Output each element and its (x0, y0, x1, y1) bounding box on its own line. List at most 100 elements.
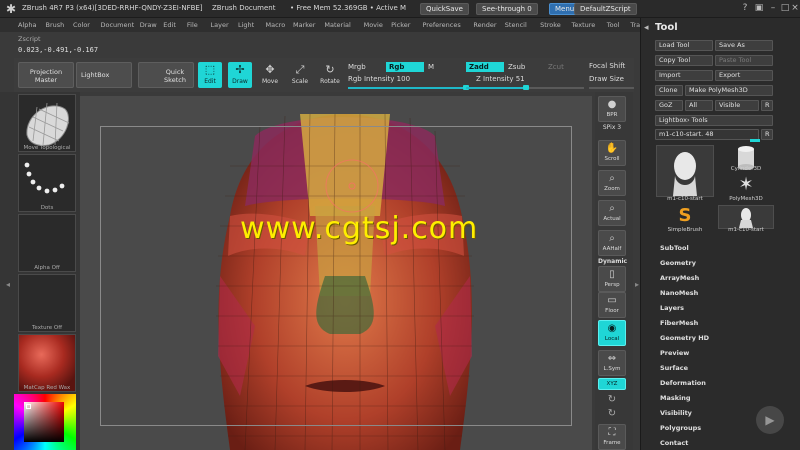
menu-document[interactable]: Document (101, 21, 135, 29)
palette-section-geometry[interactable]: Geometry (660, 259, 696, 267)
tool-thumb-polymesh[interactable]: ✶ (718, 174, 774, 196)
maximize-icon[interactable]: □ (780, 3, 790, 13)
brush-thumbnail[interactable] (18, 94, 76, 152)
palette-section-fibermesh[interactable]: FiberMesh (660, 319, 698, 327)
palette-section-arraymesh[interactable]: ArrayMesh (660, 274, 699, 282)
document-canvas[interactable]: www.cgtsj.com (80, 96, 592, 450)
menu-macro[interactable]: Macro (266, 21, 286, 29)
palette-section-masking[interactable]: Masking (660, 394, 691, 402)
make-polymesh-button[interactable]: Make PolyMesh3D (685, 85, 773, 96)
menu-preferences[interactable]: Preferences (423, 21, 461, 29)
menu-tool[interactable]: Tool (607, 21, 620, 29)
play-icon[interactable]: ▶ (756, 406, 784, 434)
frame-button[interactable]: ⛶ Frame (598, 424, 626, 450)
import-button[interactable]: Import (655, 70, 713, 81)
alpha-thumbnail[interactable] (18, 214, 76, 272)
palette-section-deformation[interactable]: Deformation (660, 379, 706, 387)
draw-size-label[interactable]: Draw Size (589, 75, 624, 83)
menu-material[interactable]: Material (324, 21, 350, 29)
palette-dock-icon[interactable]: ◂ (644, 23, 649, 33)
spix-slider[interactable]: SPix 3 (598, 124, 626, 131)
zoom-button[interactable]: ⌕ Zoom (598, 170, 626, 196)
aahalf-button[interactable]: ⌕ AAHalf (598, 230, 626, 256)
lightbox-button[interactable]: LightBox (76, 62, 132, 88)
palette-section-subtool[interactable]: SubTool (660, 244, 689, 252)
z-intensity-knob[interactable] (523, 85, 529, 90)
tool-palette-title[interactable]: Tool (655, 22, 678, 33)
actual-button[interactable]: ⌕ Actual (598, 200, 626, 226)
color-picker[interactable] (14, 394, 76, 450)
draw-button[interactable]: ✢ Draw (228, 62, 252, 88)
menu-render[interactable]: Render (473, 21, 496, 29)
help-icon[interactable]: ? (740, 3, 750, 13)
menu-alpha[interactable]: Alpha (18, 21, 36, 29)
focal-shift-label[interactable]: Focal Shift (589, 62, 625, 70)
m-toggle[interactable]: M (428, 63, 434, 71)
rotate-button[interactable]: ↻ Rotate (318, 62, 342, 88)
material-thumbnail[interactable] (18, 334, 76, 392)
minimize-icon[interactable]: – (768, 3, 778, 13)
zsub-toggle[interactable]: Zsub (508, 63, 525, 71)
palette-section-layers[interactable]: Layers (660, 304, 684, 312)
export-button[interactable]: Export (715, 70, 773, 81)
xyz-button[interactable]: XYZ (598, 378, 626, 390)
current-tool-knob[interactable] (750, 139, 760, 142)
close-icon[interactable]: × (790, 3, 800, 13)
zcut-toggle[interactable]: Zcut (548, 63, 564, 71)
menu-edit[interactable]: Edit (163, 21, 176, 29)
menu-brush[interactable]: Brush (46, 21, 65, 29)
rotate-y-icon[interactable]: ↻ (598, 394, 626, 405)
menu-movie[interactable]: Movie (364, 21, 383, 29)
scale-button[interactable]: ⤢ Scale (288, 62, 312, 88)
projection-master-button[interactable]: Projection Master (18, 62, 74, 88)
menu-layer[interactable]: Layer (211, 21, 229, 29)
load-tool-button[interactable]: Load Tool (655, 40, 713, 51)
palette-section-contact[interactable]: Contact (660, 439, 688, 447)
zadd-toggle[interactable]: Zadd (466, 62, 504, 72)
palette-section-preview[interactable]: Preview (660, 349, 689, 357)
floor-button[interactable]: ▭ Floor (598, 292, 626, 318)
current-tool-r-button[interactable]: R (761, 129, 773, 140)
texture-thumbnail[interactable] (18, 274, 76, 332)
menu-marker[interactable]: Marker (293, 21, 315, 29)
all-button[interactable]: All (685, 100, 713, 111)
palette-section-nanomesh[interactable]: NanoMesh (660, 289, 698, 297)
see-through-slider[interactable]: See-through 0 (476, 3, 538, 15)
quicksave-button[interactable]: QuickSave (420, 3, 469, 15)
menu-light[interactable]: Light (238, 21, 254, 29)
menu-stroke[interactable]: Stroke (540, 21, 561, 29)
edit-button[interactable]: ⬚ Edit (198, 62, 222, 88)
palette-section-visibility[interactable]: Visibility (660, 409, 692, 417)
move-button[interactable]: ✥ Move (258, 62, 282, 88)
tool-thumb-head[interactable] (656, 145, 714, 197)
menu-file[interactable]: File (187, 21, 198, 29)
palette-section-surface[interactable]: Surface (660, 364, 688, 372)
layout-icon[interactable]: ▣ (754, 3, 764, 13)
paste-tool-button[interactable]: Paste Tool (715, 55, 773, 66)
rotate-z-icon[interactable]: ↻ (598, 408, 626, 419)
bpr-button[interactable]: ● BPR (598, 96, 626, 122)
r-button[interactable]: R (761, 100, 773, 111)
scroll-button[interactable]: ✋ Scroll (598, 140, 626, 166)
menu-picker[interactable]: Picker (391, 21, 410, 29)
right-tray-arrow-icon[interactable]: ▸ (635, 280, 639, 289)
draw-size-slider[interactable] (589, 87, 634, 89)
palette-section-geometry-hd[interactable]: Geometry HD (660, 334, 709, 342)
dynamic-toggle[interactable]: Dynamic (598, 258, 627, 265)
menu-draw[interactable]: Draw (140, 21, 157, 29)
clone-button[interactable]: Clone (655, 85, 683, 96)
current-tool-slider[interactable]: m1-c10-start. 48 (655, 129, 759, 140)
mrgb-toggle[interactable]: Mrgb (348, 63, 366, 71)
palette-section-polygroups[interactable]: Polygroups (660, 424, 701, 432)
save-as-button[interactable]: Save As (715, 40, 773, 51)
lightbox-tools-button[interactable]: Lightbox› Tools (655, 115, 773, 126)
goz-button[interactable]: GoZ (655, 100, 683, 111)
menu-color[interactable]: Color (73, 21, 90, 29)
rgb-toggle[interactable]: Rgb (386, 62, 424, 72)
stroke-thumbnail[interactable] (18, 154, 76, 212)
menu-stencil[interactable]: Stencil (505, 21, 527, 29)
persp-button[interactable]: ▯ Persp (598, 266, 626, 292)
tool-thumb-head-small[interactable] (718, 205, 774, 229)
lsym-button[interactable]: ⇔ L.Sym (598, 350, 626, 376)
quick-sketch-button[interactable]: Quick Sketch (138, 62, 194, 88)
